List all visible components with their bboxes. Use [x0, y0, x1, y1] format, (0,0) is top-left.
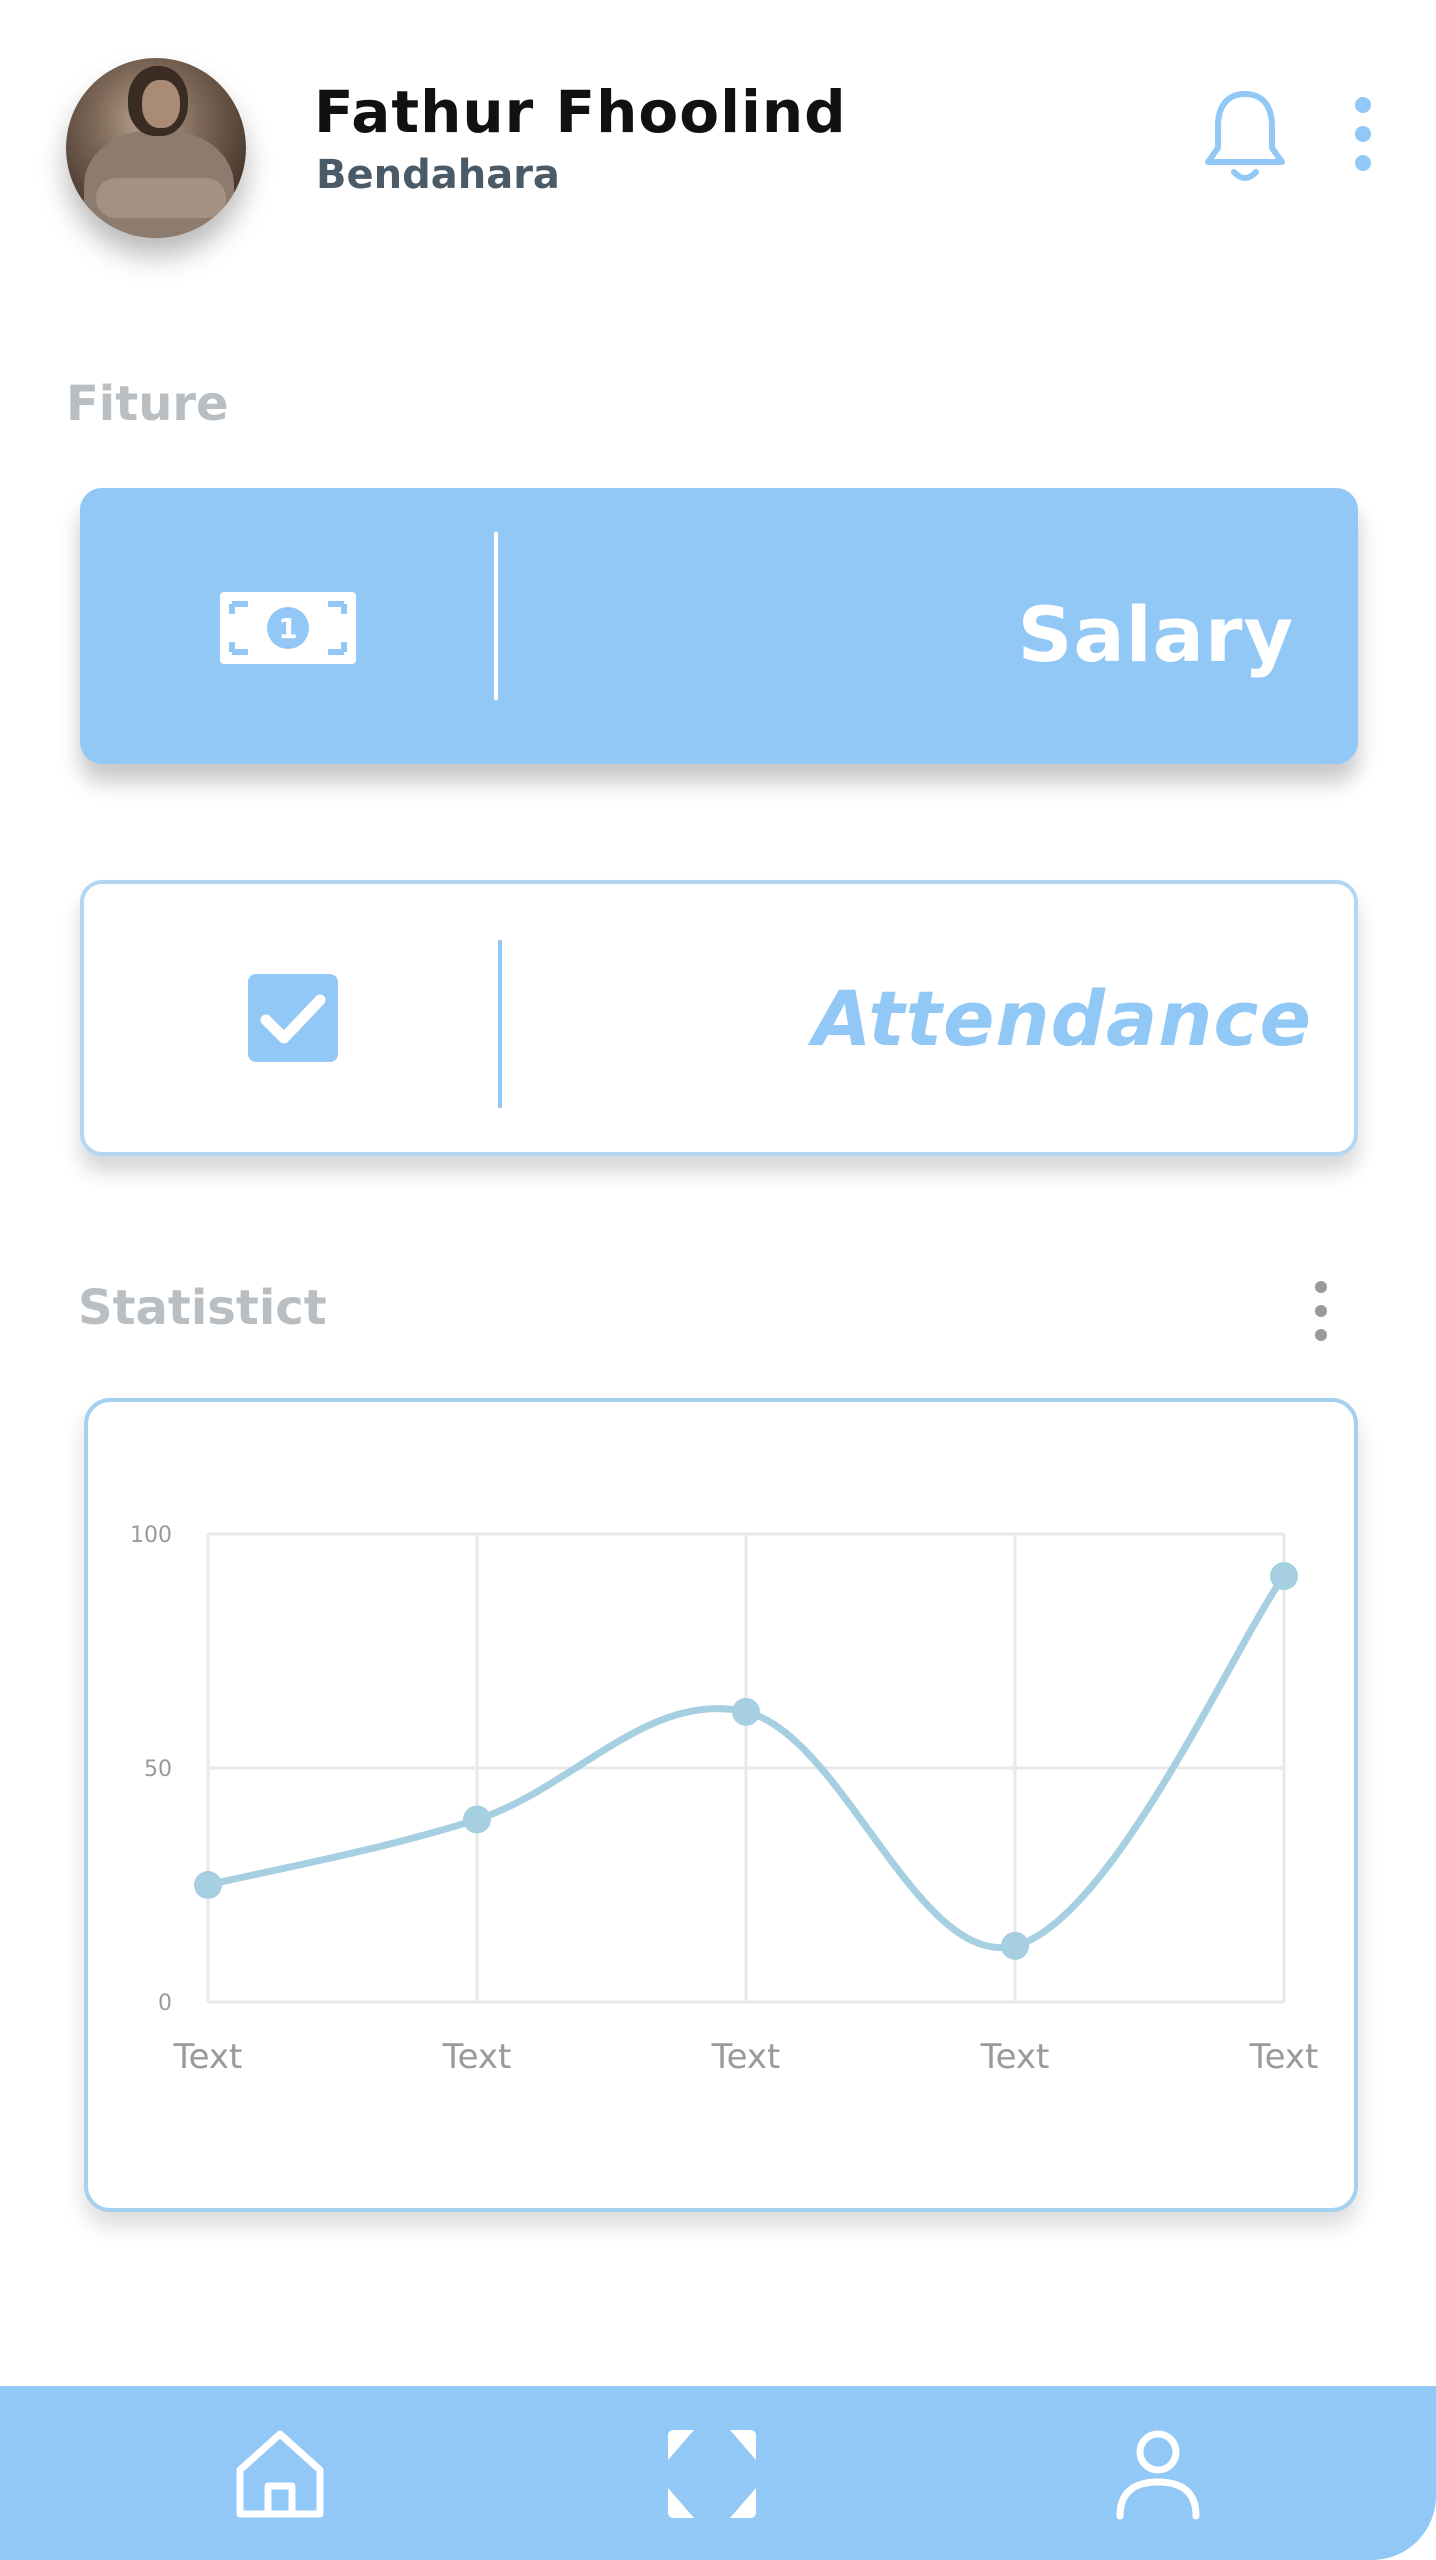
data-point — [1001, 1931, 1029, 1960]
statistics-label: Statistict — [78, 1280, 327, 1336]
statistics-menu-icon[interactable] — [1310, 1278, 1332, 1344]
attendance-card[interactable]: Attendance — [80, 880, 1358, 1156]
data-point — [1270, 1562, 1298, 1591]
scan-icon[interactable] — [664, 2426, 760, 2522]
app-screen: Fathur Fhoolind Bendahara Fiture 1 Salar… — [0, 0, 1436, 2560]
x-tick-label: Text — [173, 2037, 243, 2077]
statistics-line-chart: 0 50 100 Text Text Text Text Text — [130, 1523, 1319, 2077]
features-label: Fiture — [66, 376, 229, 432]
x-tick-label: Text — [711, 2037, 781, 2077]
data-point — [194, 1871, 222, 1899]
money-bill-icon: 1 — [220, 592, 356, 664]
kebab-menu-icon[interactable] — [1350, 94, 1376, 174]
y-tick-label: 50 — [144, 1757, 172, 1782]
data-point — [463, 1805, 491, 1834]
attendance-label: Attendance — [812, 974, 1312, 1063]
x-tick-label: Text — [1249, 2037, 1319, 2077]
home-icon[interactable] — [232, 2426, 328, 2522]
user-name: Fathur Fhoolind — [314, 78, 847, 146]
card-divider — [498, 940, 502, 1108]
y-tick-label: 0 — [158, 1991, 172, 2016]
bottom-navigation — [0, 2386, 1436, 2560]
card-divider — [494, 532, 498, 700]
x-tick-label: Text — [980, 2037, 1050, 2077]
x-tick-label: Text — [442, 2037, 512, 2077]
user-role: Bendahara — [316, 152, 560, 198]
bell-icon[interactable] — [1202, 86, 1288, 186]
checkbox-checked-icon — [248, 974, 338, 1062]
data-point — [732, 1697, 760, 1726]
salary-label: Salary — [1017, 590, 1294, 679]
user-icon[interactable] — [1110, 2426, 1206, 2522]
svg-text:1: 1 — [278, 612, 297, 645]
y-tick-label: 100 — [130, 1523, 172, 1548]
salary-card[interactable]: 1 Salary — [80, 488, 1358, 764]
avatar[interactable] — [66, 58, 246, 238]
statistics-chart-card: 0 50 100 Text Text Text Text Text — [84, 1398, 1358, 2212]
